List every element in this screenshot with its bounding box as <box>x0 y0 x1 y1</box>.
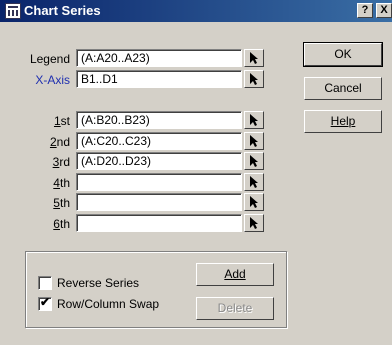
series-label-suffix: th <box>59 217 70 231</box>
cursor-arrow-icon <box>250 135 258 147</box>
add-button-label: Add <box>224 267 246 281</box>
xaxis-field[interactable]: B1..D1 <box>76 70 242 88</box>
legend-field[interactable]: (A:A20..A23) <box>76 49 242 67</box>
delete-button[interactable]: Delete <box>196 297 274 320</box>
cursor-arrow-icon <box>250 176 258 188</box>
series-label-key: 2 <box>49 135 57 149</box>
series-1-field[interactable]: (A:B20..B23) <box>76 111 242 129</box>
series-6-field[interactable] <box>76 214 242 232</box>
series-1-label: 1st <box>0 114 70 128</box>
series-label-suffix: rd <box>59 155 70 169</box>
row-column-swap-label[interactable]: Row/Column Swap <box>57 297 159 311</box>
series-3-label: 3rd <box>0 155 70 169</box>
series-5-label: 5th <box>0 196 70 210</box>
checkmark-icon: ✔ <box>40 295 51 309</box>
series-4-label: 4th <box>0 176 70 190</box>
cursor-arrow-icon <box>250 155 258 167</box>
series-label-suffix: th <box>59 196 70 210</box>
window-title: Chart Series <box>24 3 101 18</box>
xaxis-range-picker[interactable] <box>244 70 264 88</box>
cursor-arrow-icon <box>250 114 258 126</box>
series-2-label: 2nd <box>0 135 70 149</box>
series-5-range-picker[interactable] <box>244 193 264 211</box>
series-4-field[interactable] <box>76 173 242 191</box>
cursor-arrow-icon <box>250 196 258 208</box>
row-column-swap-checkbox[interactable]: ✔ <box>38 295 52 311</box>
series-6-range-picker[interactable] <box>244 214 264 232</box>
series-1-range-picker[interactable] <box>244 111 264 129</box>
help-button-label: Help <box>330 114 356 128</box>
series-5-field[interactable] <box>76 193 242 211</box>
cursor-arrow-icon <box>250 217 258 229</box>
series-label-suffix: nd <box>56 135 70 149</box>
series-label-key: 6 <box>53 217 60 231</box>
reverse-series-checkbox[interactable] <box>38 276 52 290</box>
legend-range-picker[interactable] <box>244 49 264 67</box>
chart-app-icon <box>5 3 21 19</box>
legend-label: Legend <box>29 52 70 66</box>
cursor-arrow-icon <box>250 73 258 85</box>
series-3-range-picker[interactable] <box>244 152 264 170</box>
series-label-suffix: th <box>59 176 70 190</box>
series-label-suffix: st <box>60 114 70 128</box>
cursor-arrow-icon <box>250 52 258 64</box>
series-2-range-picker[interactable] <box>244 132 264 150</box>
series-4-range-picker[interactable] <box>244 173 264 191</box>
title-bar: Chart Series ? X <box>0 0 392 22</box>
help-title-button[interactable]: ? <box>357 3 373 18</box>
add-button[interactable]: Add <box>196 263 274 286</box>
series-6-label: 6th <box>0 217 70 231</box>
ok-button[interactable]: OK <box>303 42 383 67</box>
series-3-field[interactable]: (A:D20..D23) <box>76 152 242 170</box>
cancel-button[interactable]: Cancel <box>304 77 382 100</box>
series-label-key: 4 <box>53 176 60 190</box>
close-button[interactable]: X <box>376 3 392 18</box>
series-2-field[interactable]: (A:C20..C23) <box>76 132 242 150</box>
reverse-series-label[interactable]: Reverse Series <box>57 276 139 290</box>
help-button[interactable]: Help <box>304 110 382 133</box>
xaxis-label: X-Axis <box>35 73 70 87</box>
series-label-key: 5 <box>53 196 60 210</box>
series-label-key: 1 <box>53 114 61 128</box>
